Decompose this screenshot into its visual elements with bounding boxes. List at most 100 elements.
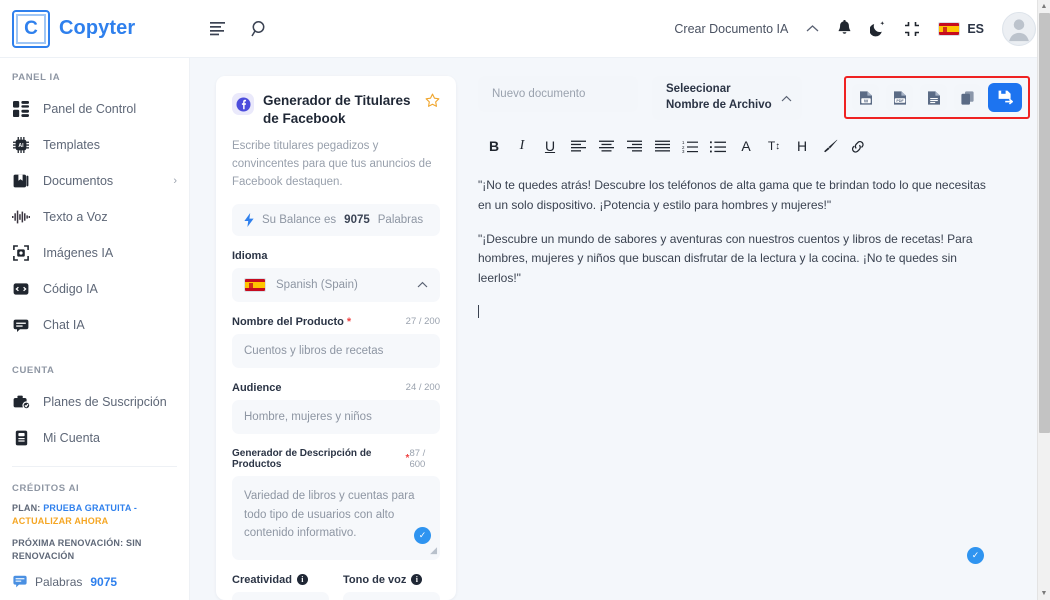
document-paragraph-text: "¡Descubre un mundo de sabores y aventur… (478, 232, 973, 286)
sidebar-item-mi-cuenta[interactable]: Mi Cuenta (0, 420, 189, 456)
scroll-down-arrow[interactable]: ▼ (1038, 587, 1050, 600)
language-switcher[interactable]: ES (938, 22, 984, 36)
document-content[interactable]: "¡No te quedes atrás! Descubre los teléf… (478, 176, 1030, 600)
moon-icon[interactable] (870, 20, 886, 37)
document-paragraph: "¡No te quedes atrás! Descubre los teléf… (478, 176, 1000, 216)
chevron-up-icon[interactable] (806, 24, 819, 33)
sidebar: PANEL IA Panel de Control (0, 58, 190, 600)
chevron-up-icon (781, 95, 792, 102)
sidebar-item-documentos[interactable]: Documentos › (0, 163, 189, 199)
sidebar-item-planes-de-suscripcion[interactable]: Planes de Suscripción (0, 384, 189, 420)
brand[interactable]: C Copyter (0, 10, 190, 48)
plan-prefix: PLAN: (12, 503, 41, 513)
svg-text:AI: AI (18, 143, 24, 149)
chat-icon (12, 316, 30, 334)
briefcase-check-icon (12, 393, 30, 411)
export-text-button[interactable] (920, 84, 947, 111)
svg-text:W: W (863, 98, 868, 103)
form-card-header: Generador de Titulares de Facebook (232, 92, 440, 127)
sidebar-item-label: Templates (43, 138, 177, 152)
align-left-button[interactable] (564, 134, 592, 158)
required-marker: * (347, 316, 351, 328)
form-card-title: Generador de Titulares de Facebook (263, 92, 416, 127)
scrollbar-thumb[interactable] (1039, 13, 1050, 433)
audience-input[interactable]: Hombre, mujeres y niños (232, 400, 440, 434)
italic-button[interactable]: I (508, 134, 536, 158)
sidebar-item-label: Planes de Suscripción (43, 395, 177, 409)
align-justify-button[interactable] (648, 134, 676, 158)
sidebar-item-codigo-ia[interactable]: Código IA (0, 271, 189, 307)
align-right-button[interactable] (620, 134, 648, 158)
file-name-select[interactable]: Seleecionar Nombre de Archivo (652, 76, 802, 120)
resize-handle[interactable]: ◢ (430, 543, 437, 558)
search-icon[interactable] (251, 20, 269, 38)
info-icon[interactable]: i (411, 574, 422, 585)
sidebar-item-texto-a-voz[interactable]: Texto a Voz (0, 199, 189, 235)
creatividad-select[interactable]: Media (232, 592, 329, 600)
save-document-button[interactable] (988, 83, 1022, 112)
star-outline-icon[interactable] (425, 93, 440, 108)
textarea-value: Variedad de libros y cuentas para todo t… (244, 490, 414, 540)
menu-lines-icon[interactable] (210, 21, 227, 36)
bell-icon[interactable] (837, 20, 852, 37)
tono-de-voz-select[interactable]: Casual (343, 592, 440, 600)
waveform-icon (12, 208, 30, 226)
language-select-value: Spanish (Spain) (276, 279, 358, 291)
sidebar-item-label: Chat IA (43, 318, 177, 332)
file-name-select-label: Seleecionar Nombre de Archivo (666, 82, 775, 113)
sidebar-item-label: Documentos (43, 174, 160, 188)
template-form-card: Generador de Titulares de Facebook Escri… (216, 76, 456, 600)
heading-button[interactable]: H (788, 134, 816, 158)
underline-button[interactable]: U (536, 134, 564, 158)
avatar[interactable] (1002, 12, 1036, 46)
copy-document-button[interactable] (954, 84, 981, 111)
bold-button[interactable]: B (480, 134, 508, 158)
font-color-button[interactable]: A (732, 134, 760, 158)
tono-de-voz-label-text: Tono de voz (343, 574, 406, 586)
form-card-description: Escribe titulares pegadizos y convincent… (232, 138, 440, 191)
sidebar-section-account: CUENTA (0, 343, 189, 384)
create-document-button[interactable]: Crear Documento IA (674, 22, 788, 36)
language-select[interactable]: Spanish (Spain) (232, 268, 440, 302)
document-name-input[interactable]: Nuevo documento (478, 76, 638, 112)
tono-de-voz-label: Tono de voz i (343, 574, 440, 586)
sidebar-section-credits: CRÉDITOS AI (0, 467, 189, 502)
export-word-button[interactable]: W (852, 84, 879, 111)
field-counter: 24 / 200 (406, 382, 440, 393)
credit-stat-palabras: Palabras 9075 (12, 574, 177, 589)
editor-panel: Nuevo documento Seleecionar Nombre de Ar… (478, 76, 1030, 600)
sidebar-item-templates[interactable]: AI Templates (0, 127, 189, 163)
product-name-input[interactable]: Cuentos y libros de recetas (232, 334, 440, 368)
language-code: ES (967, 22, 984, 36)
product-description-textarea[interactable]: Variedad de libros y cuentas para todo t… (232, 476, 440, 560)
brand-name: Copyter (59, 17, 135, 40)
info-icon[interactable]: i (297, 574, 308, 585)
sidebar-section-ai: PANEL IA (0, 58, 189, 91)
sidebar-item-label: Panel de Control (43, 102, 177, 116)
font-size-button[interactable]: T↕ (760, 134, 788, 158)
scroll-up-arrow[interactable]: ▲ (1038, 0, 1050, 13)
sidebar-item-label: Código IA (43, 282, 177, 296)
sidebar-item-imagenes-ia[interactable]: Imágenes IA (0, 235, 189, 271)
compress-icon[interactable] (904, 21, 920, 37)
export-pdf-button[interactable]: PDF (886, 84, 913, 111)
image-scan-icon (12, 244, 30, 262)
link-button[interactable] (844, 134, 872, 158)
renewal-line: PRÓXIMA RENOVACIÓN: SIN RENOVACIÓN (12, 537, 177, 563)
sidebar-item-chat-ia[interactable]: Chat IA (0, 307, 189, 343)
balance-value: 9075 (344, 214, 370, 226)
plan-separator: - (134, 503, 137, 513)
chat-bubble-icon (12, 574, 27, 589)
ordered-list-button[interactable]: 1 2 3 (676, 134, 704, 158)
unordered-list-button[interactable] (704, 134, 732, 158)
creatividad-group: Creatividad i Media (232, 560, 329, 600)
sidebar-item-label: Imágenes IA (43, 246, 177, 260)
check-circle-icon: ✓ (967, 547, 984, 564)
field-label-text: Nombre del Producto (232, 316, 344, 328)
plan-upgrade-link[interactable]: ACTUALIZAR AHORA (12, 516, 108, 526)
page-scrollbar[interactable]: ▲ ▼ (1037, 0, 1050, 600)
top-bar-left-icons (210, 20, 269, 38)
sidebar-item-panel-de-control[interactable]: Panel de Control (0, 91, 189, 127)
align-center-button[interactable] (592, 134, 620, 158)
brush-button[interactable] (816, 134, 844, 158)
